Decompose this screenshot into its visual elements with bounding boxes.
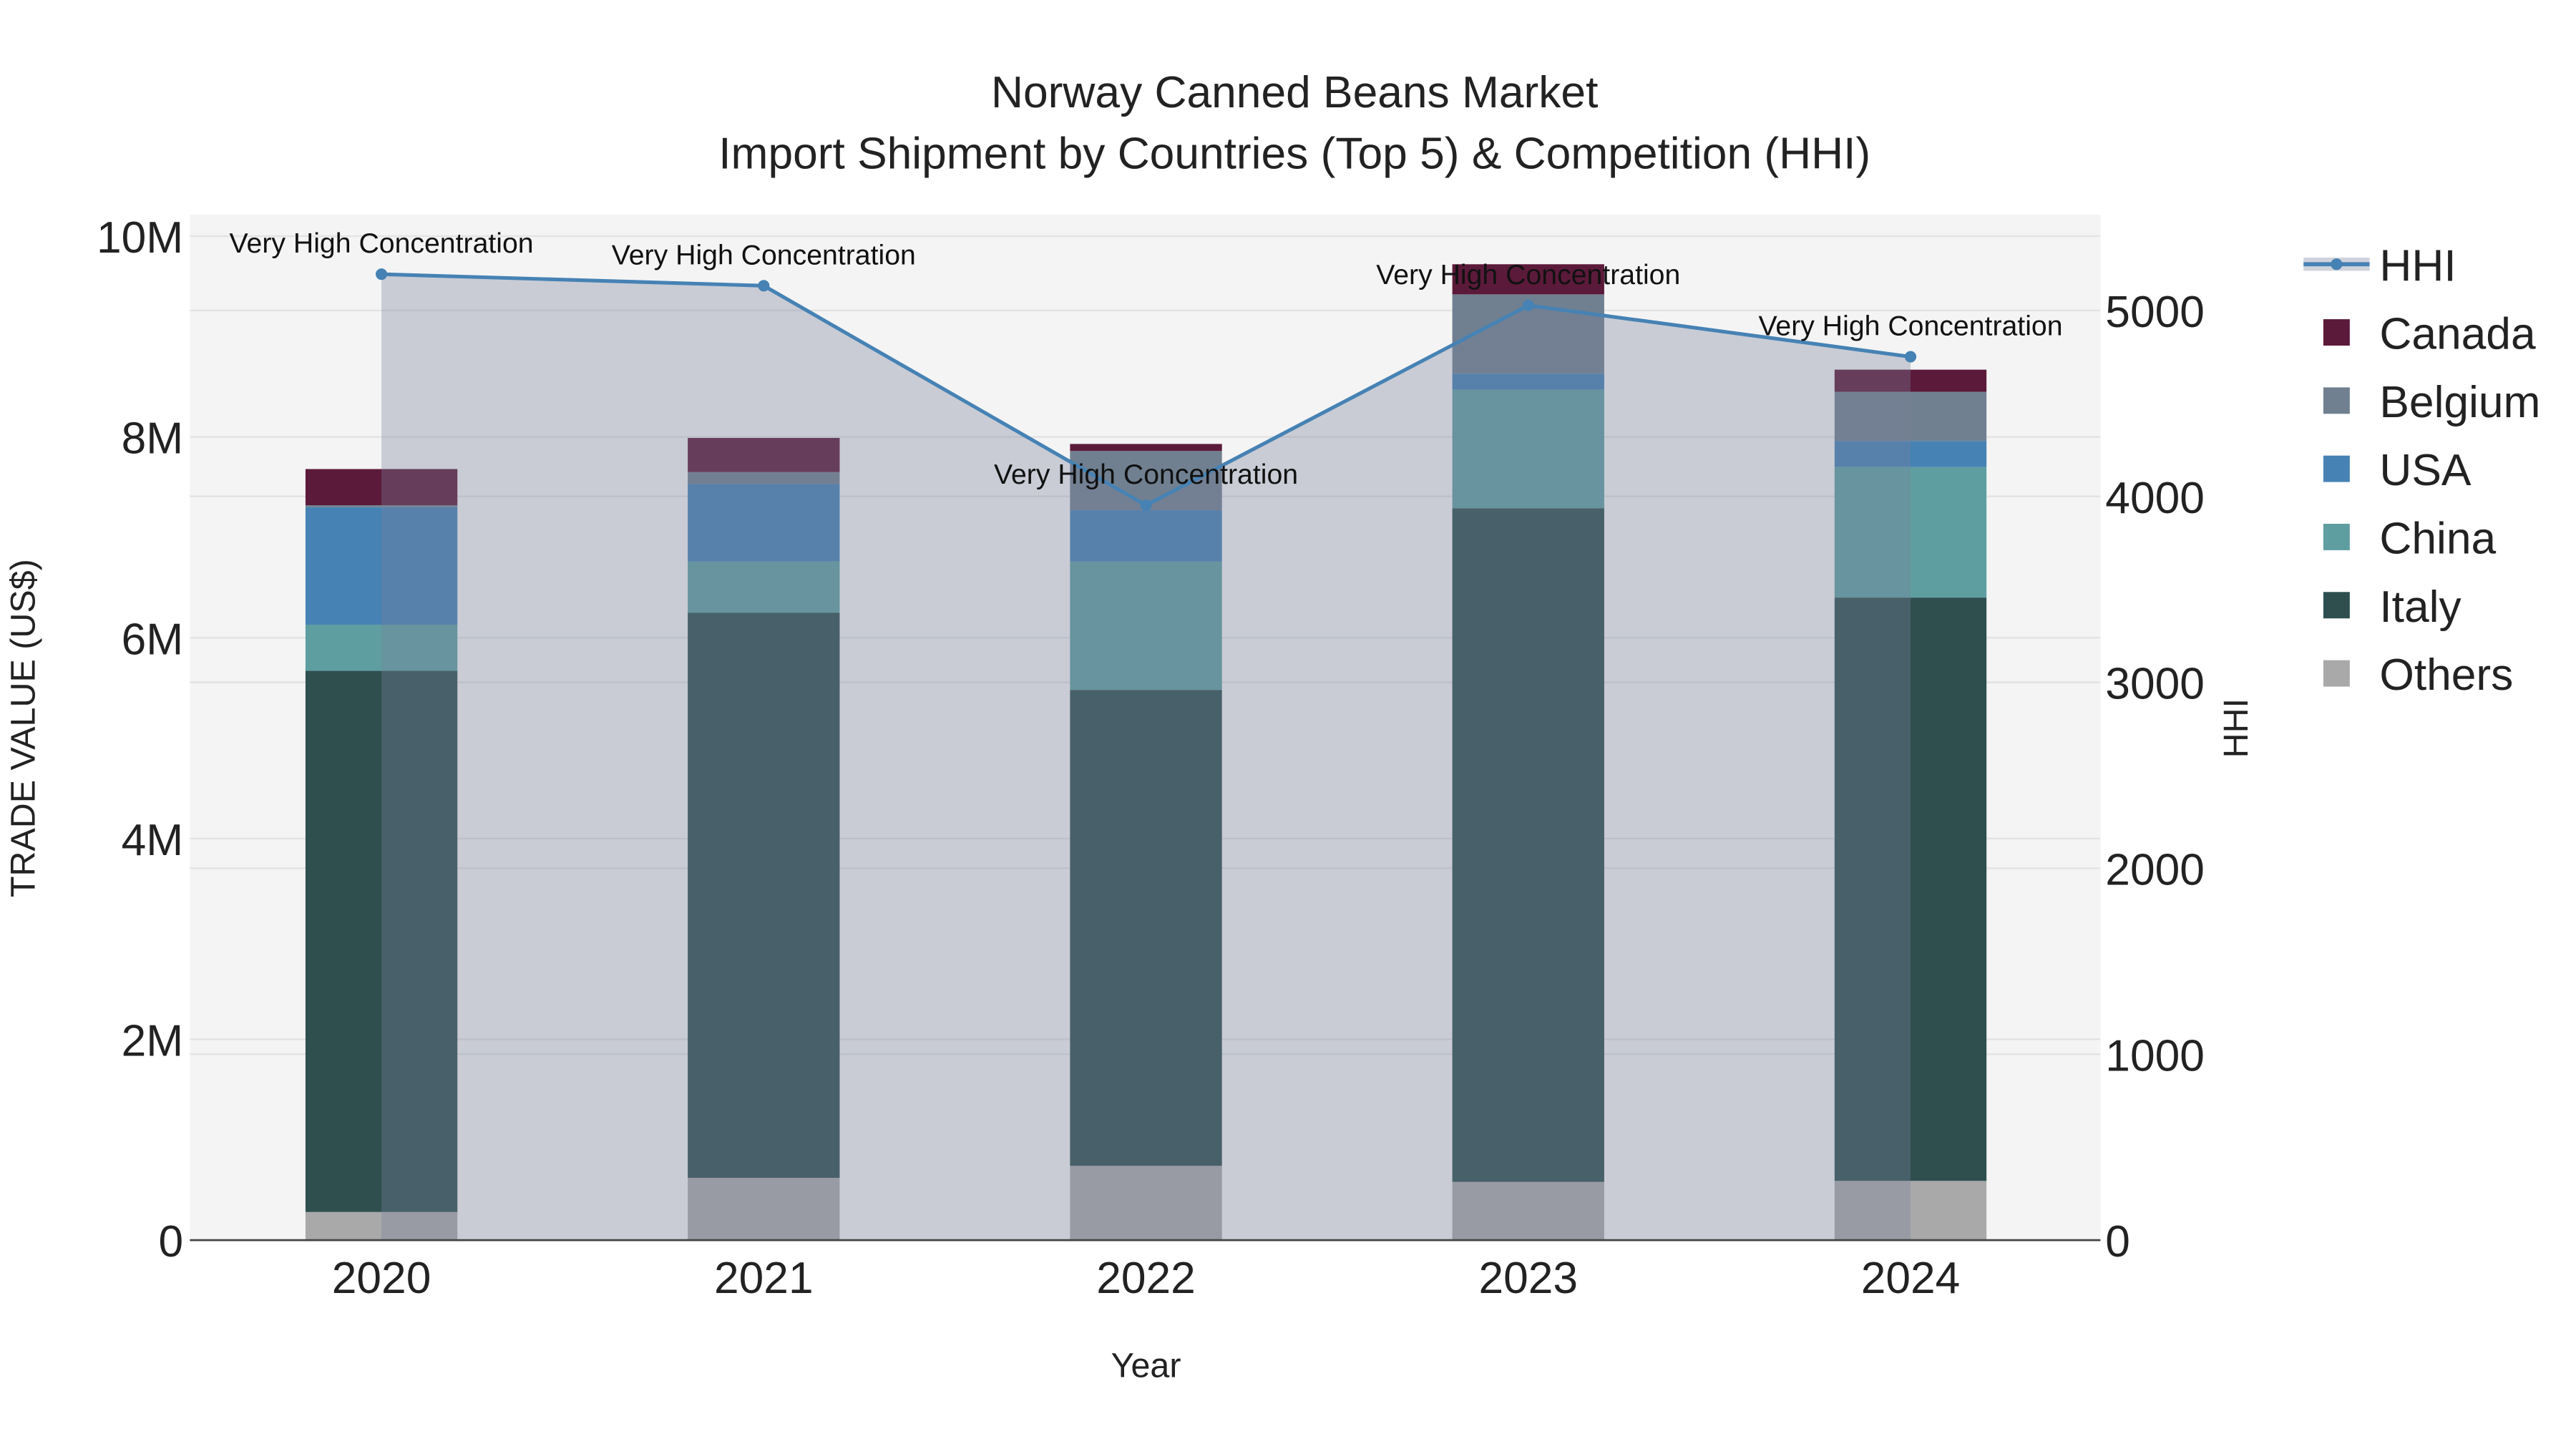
legend-item-italy[interactable]: Italy — [2323, 582, 2462, 632]
legend-item-hhi[interactable]: HHI — [2303, 241, 2457, 291]
annotation-2021: Very High Concentration — [612, 239, 916, 270]
legend-item-belgium[interactable]: Belgium — [2323, 378, 2541, 427]
y2-tick-label: 1000 — [2105, 1031, 2205, 1080]
legend-swatch — [2323, 524, 2350, 550]
y2-tick-label: 0 — [2105, 1217, 2130, 1267]
legend-label: USA — [2379, 446, 2472, 495]
hhi-point-2021[interactable] — [758, 280, 770, 292]
chart-title: Norway Canned Beans Market — [991, 68, 1598, 117]
y-tick-label: 8M — [122, 414, 184, 464]
legend-item-others[interactable]: Others — [2323, 650, 2513, 700]
y-tick-label: 6M — [122, 615, 184, 664]
legend-item-usa[interactable]: USA — [2323, 446, 2472, 495]
legend-label: HHI — [2379, 241, 2456, 291]
x-tick-label: 2020 — [332, 1254, 431, 1303]
legend-swatch — [2323, 319, 2350, 346]
legend-swatch — [2323, 455, 2350, 482]
hhi-point-2020[interactable] — [376, 268, 388, 280]
y-axis-title: TRADE VALUE (US$) — [4, 559, 42, 897]
y-tick-label: 0 — [158, 1217, 183, 1267]
y2-tick-label: 2000 — [2105, 845, 2205, 894]
y-tick-label: 2M — [122, 1017, 184, 1066]
legend-item-china[interactable]: China — [2323, 514, 2497, 564]
legend: HHI Canada Belgium USA China Italy Others — [2303, 241, 2540, 700]
legend-label: China — [2379, 514, 2496, 564]
legend-label: Belgium — [2379, 378, 2540, 427]
x-tick-label: 2021 — [714, 1254, 814, 1303]
x-axis-title: Year — [1111, 1347, 1181, 1385]
y2-axis-title: HHI — [2217, 698, 2255, 758]
chart-subtitle: Import Shipment by Countries (Top 5) & C… — [718, 129, 1870, 178]
y2-tick-label: 4000 — [2105, 474, 2205, 523]
bar-canada-2022[interactable] — [1070, 444, 1222, 452]
legend-swatch — [2323, 660, 2350, 687]
y2-tick-label: 5000 — [2105, 288, 2205, 337]
y-tick-label: 10M — [97, 213, 183, 263]
legend-label: Canada — [2379, 310, 2536, 359]
x-tick-label: 2024 — [1861, 1254, 1961, 1303]
legend-label: Italy — [2379, 582, 2462, 632]
y2-tick-label: 3000 — [2105, 660, 2205, 709]
annotation-2024: Very High Concentration — [1758, 311, 2062, 342]
y-tick-label: 4M — [122, 816, 184, 865]
legend-marker-icon — [2331, 258, 2343, 270]
hhi-point-2024[interactable] — [1904, 351, 1917, 363]
annotation-2022: Very High Concentration — [994, 459, 1298, 490]
x-tick-label: 2023 — [1478, 1254, 1578, 1303]
x-tick-label: 2022 — [1096, 1254, 1196, 1303]
legend-swatch — [2323, 387, 2350, 414]
hhi-point-2022[interactable] — [1140, 499, 1152, 512]
legend-label: Others — [2379, 650, 2513, 700]
chart: Very High Concentration Very High Concent… — [4, 68, 2540, 1385]
annotation-2023: Very High Concentration — [1376, 259, 1680, 291]
legend-swatch — [2323, 592, 2350, 619]
hhi-point-2023[interactable] — [1522, 299, 1534, 311]
legend-item-canada[interactable]: Canada — [2323, 310, 2536, 359]
annotation-2020: Very High Concentration — [230, 228, 534, 259]
